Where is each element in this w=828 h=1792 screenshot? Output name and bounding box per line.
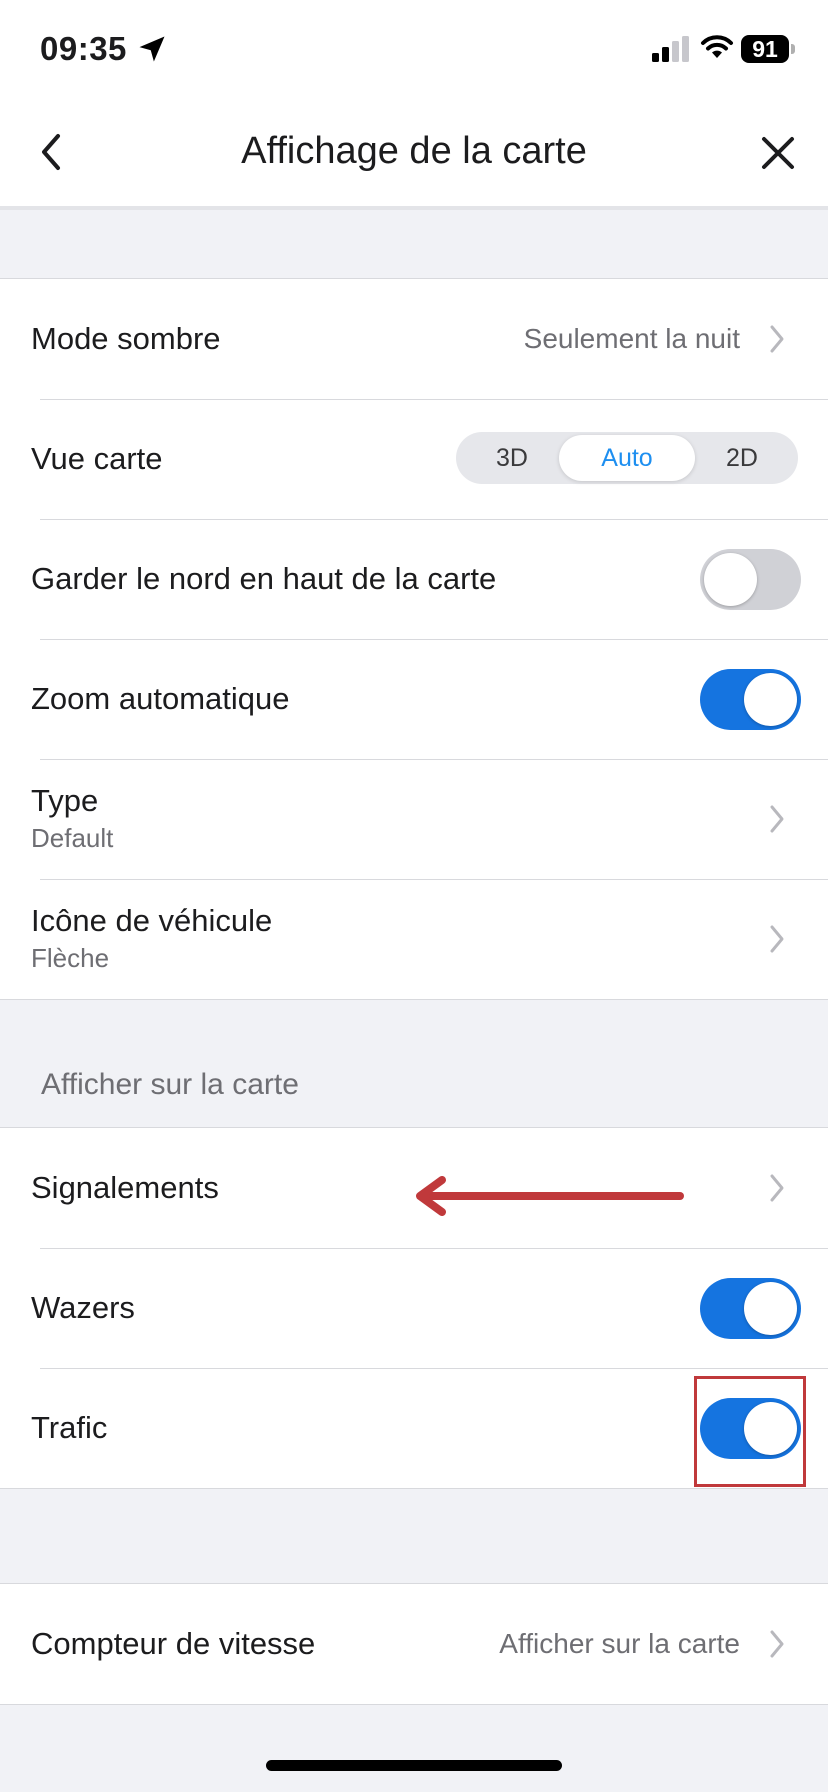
navigation-bar: Affichage de la carte (0, 100, 828, 210)
status-time: 09:35 (40, 30, 127, 67)
wifi-icon (701, 35, 733, 58)
battery-nub (791, 44, 795, 54)
chevron-right-icon (770, 1630, 784, 1658)
wazers-toggle[interactable] (700, 1278, 801, 1339)
map-type-label: Type (31, 783, 99, 818)
section-header-show-on-map: Afficher sur la carte (41, 1068, 299, 1101)
map-view-label: Vue carte (31, 441, 163, 476)
annotation-highlight-box (694, 1376, 806, 1487)
dark-mode-row[interactable]: Mode sombre Seulement la nuit (0, 279, 828, 399)
north-up-row: Garder le nord en haut de la carte (0, 519, 828, 639)
battery-level: 91 (752, 36, 778, 62)
annotation-arrow-icon (416, 1176, 684, 1216)
map-type-value: Default (31, 823, 114, 853)
map-type-row[interactable]: Type Default (0, 759, 828, 879)
map-view-row: Vue carte 3D 2D Auto (0, 399, 828, 519)
battery-icon: 91 (741, 35, 789, 63)
segment-2d[interactable]: 2D (686, 432, 798, 484)
wazers-label: Wazers (31, 1290, 135, 1325)
toggle-knob (744, 1282, 797, 1335)
map-view-segmented-control: 3D 2D Auto (456, 432, 798, 484)
dark-mode-value: Seulement la nuit (523, 323, 740, 354)
location-arrow-icon (139, 36, 165, 62)
speedometer-settings: Compteur de vitesse Afficher sur la cart… (0, 1583, 828, 1705)
dark-mode-label: Mode sombre (31, 321, 221, 356)
status-bar: 09:35 91 (0, 0, 828, 100)
home-indicator (266, 1760, 562, 1771)
vehicle-icon-value: Flèche (31, 943, 110, 973)
toggle-knob (744, 673, 797, 726)
chevron-right-icon (770, 325, 784, 353)
vehicle-icon-label: Icône de véhicule (31, 903, 273, 938)
map-display-settings: Mode sombre Seulement la nuit Vue carte … (0, 278, 828, 1000)
page-title: Affichage de la carte (241, 130, 587, 172)
north-up-label: Garder le nord en haut de la carte (31, 561, 497, 596)
auto-zoom-label: Zoom automatique (31, 681, 290, 716)
speedometer-value: Afficher sur la carte (499, 1628, 740, 1659)
toggle-knob (704, 553, 757, 606)
north-up-toggle[interactable] (700, 549, 801, 610)
traffic-label: Trafic (31, 1410, 108, 1445)
segment-auto[interactable]: Auto (559, 435, 695, 481)
chevron-right-icon (770, 805, 784, 833)
cellular-signal-icon (652, 36, 689, 62)
speedometer-row[interactable]: Compteur de vitesse Afficher sur la cart… (0, 1584, 828, 1704)
reports-label: Signalements (31, 1170, 219, 1205)
wazers-row: Wazers (0, 1248, 828, 1368)
segment-3d[interactable]: 3D (456, 432, 568, 484)
vehicle-icon-row[interactable]: Icône de véhicule Flèche (0, 879, 828, 999)
auto-zoom-row: Zoom automatique (0, 639, 828, 759)
auto-zoom-toggle[interactable] (700, 669, 801, 730)
speedometer-label: Compteur de vitesse (31, 1626, 316, 1661)
chevron-right-icon (770, 925, 784, 953)
chevron-right-icon (770, 1174, 784, 1202)
close-icon[interactable] (758, 133, 798, 173)
